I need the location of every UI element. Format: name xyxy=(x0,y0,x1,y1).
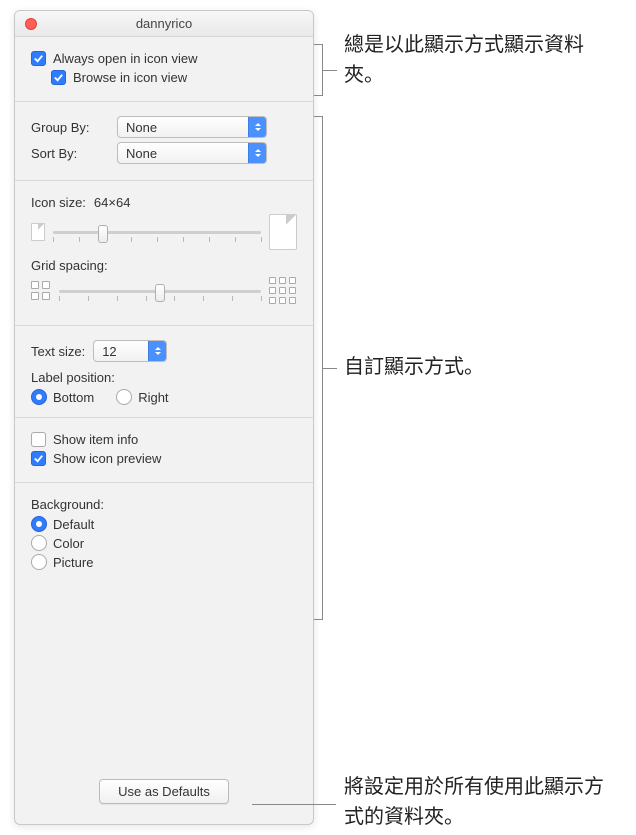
section-always-open: Always open in icon view Browse in icon … xyxy=(15,37,313,102)
sort-by-value: None xyxy=(126,146,157,161)
icon-size-value: 64×64 xyxy=(94,195,131,210)
group-by-select[interactable]: None xyxy=(117,116,267,138)
show-icon-preview-checkbox[interactable] xyxy=(31,451,46,466)
label-position-bottom-radio[interactable] xyxy=(31,389,47,405)
callout-line xyxy=(323,368,337,369)
icon-size-label: Icon size: xyxy=(31,195,86,210)
browse-icon-label: Browse in icon view xyxy=(73,70,187,85)
group-by-value: None xyxy=(126,120,157,135)
section-text: Text size: 12 Label position: Bottom Rig… xyxy=(15,326,313,418)
show-item-info-label: Show item info xyxy=(53,432,138,447)
always-open-checkbox[interactable] xyxy=(31,51,46,66)
label-position-right-text: Right xyxy=(138,390,168,405)
titlebar: dannyrico xyxy=(15,11,313,37)
grid-tight-icon xyxy=(31,281,51,301)
background-color-text: Color xyxy=(53,536,84,551)
text-size-label: Text size: xyxy=(31,344,85,359)
icon-size-slider[interactable] xyxy=(53,222,261,242)
grid-loose-icon xyxy=(269,277,297,305)
grid-spacing-label: Grid spacing: xyxy=(31,258,108,273)
callout-line xyxy=(323,70,337,71)
background-label: Background: xyxy=(31,497,104,512)
section-show: Show item info Show icon preview xyxy=(15,418,313,483)
show-item-info-checkbox[interactable] xyxy=(31,432,46,447)
document-large-icon xyxy=(269,214,297,250)
background-default-radio[interactable] xyxy=(31,516,47,532)
label-position-label: Label position: xyxy=(31,370,115,385)
slider-thumb[interactable] xyxy=(98,225,108,243)
annotation-customize: 自訂顯示方式。 xyxy=(344,352,484,382)
grid-spacing-slider[interactable] xyxy=(59,281,261,301)
section-grouping: Group By: None Sort By: None xyxy=(15,102,313,181)
section-background: Background: Default Color Picture xyxy=(15,483,313,585)
slider-thumb[interactable] xyxy=(155,284,165,302)
text-size-select[interactable]: 12 xyxy=(93,340,167,362)
use-as-defaults-button[interactable]: Use as Defaults xyxy=(99,779,229,804)
section-icon-size: Icon size: 64×64 Grid spacing: xyxy=(15,181,313,326)
group-by-label: Group By: xyxy=(31,120,117,135)
sort-by-select[interactable]: None xyxy=(117,142,267,164)
chevron-updown-icon xyxy=(148,341,166,361)
background-picture-text: Picture xyxy=(53,555,93,570)
text-size-value: 12 xyxy=(102,344,116,359)
callout-line xyxy=(252,804,336,805)
view-options-window: dannyrico Always open in icon view Brows… xyxy=(14,10,314,825)
background-picture-radio[interactable] xyxy=(31,554,47,570)
sort-by-label: Sort By: xyxy=(31,146,117,161)
always-open-label: Always open in icon view xyxy=(53,51,198,66)
label-position-bottom-text: Bottom xyxy=(53,390,94,405)
annotation-defaults: 將設定用於所有使用此顯示方式的資料夾。 xyxy=(344,772,614,832)
chevron-updown-icon xyxy=(248,117,266,137)
document-small-icon xyxy=(31,223,45,241)
browse-icon-checkbox[interactable] xyxy=(51,70,66,85)
annotation-always-open: 總是以此顯示方式顯示資料夾。 xyxy=(344,30,604,90)
background-color-radio[interactable] xyxy=(31,535,47,551)
icon-size-slider-row xyxy=(31,214,297,250)
defaults-row: Use as Defaults xyxy=(15,779,313,824)
label-position-right-radio[interactable] xyxy=(116,389,132,405)
background-default-text: Default xyxy=(53,517,94,532)
show-icon-preview-label: Show icon preview xyxy=(53,451,161,466)
grid-spacing-slider-row xyxy=(31,277,297,305)
window-title: dannyrico xyxy=(15,16,313,31)
chevron-updown-icon xyxy=(248,143,266,163)
